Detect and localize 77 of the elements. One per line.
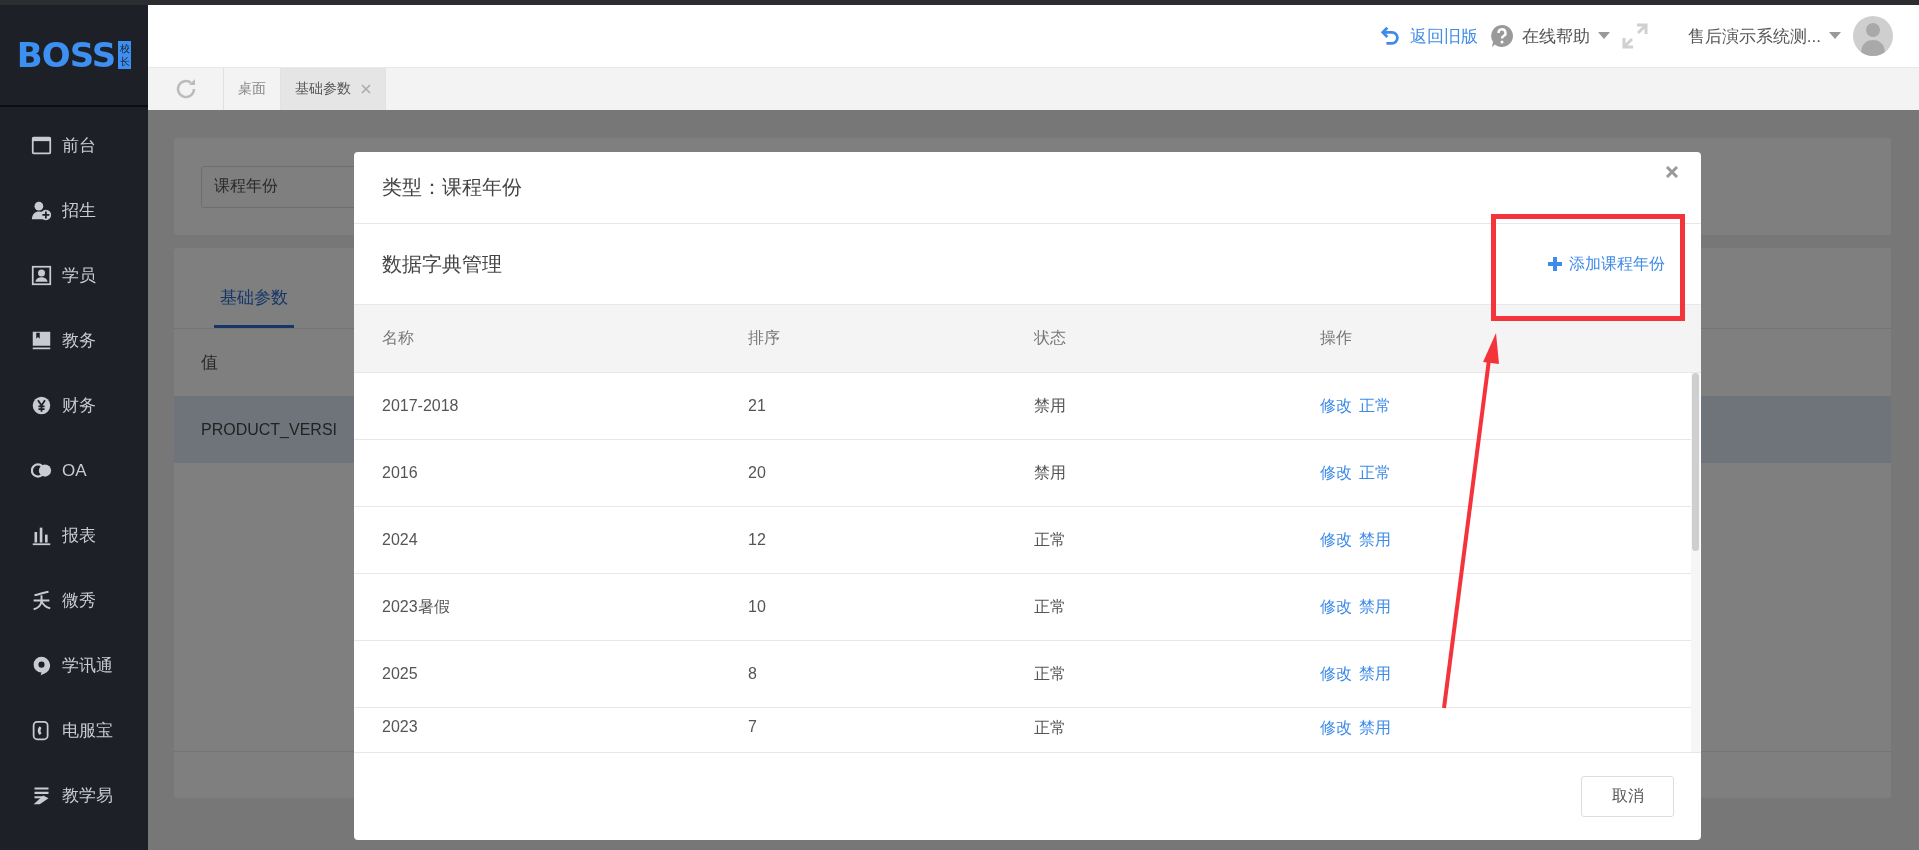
scrollbar-thumb[interactable] bbox=[1692, 373, 1699, 551]
action-link[interactable]: 修改 bbox=[1320, 395, 1352, 417]
scrollbar[interactable] bbox=[1691, 373, 1700, 752]
column-header: 操作 bbox=[1320, 328, 1353, 348]
column-header: 名称 bbox=[382, 328, 415, 348]
table-cell-text: 正常 bbox=[1034, 663, 1067, 684]
action-link[interactable]: 正常 bbox=[1359, 395, 1391, 417]
action-link[interactable]: 修改 bbox=[1320, 596, 1352, 618]
table-cell-text: 禁用 bbox=[1034, 462, 1067, 483]
pin-icon bbox=[31, 655, 52, 676]
logo-text: BOSS bbox=[16, 35, 116, 75]
table-cell-text: 10 bbox=[748, 598, 767, 616]
table-cell-text: 8 bbox=[748, 665, 758, 683]
table-cell-text: 7 bbox=[748, 718, 758, 736]
column-header: 状态 bbox=[1034, 328, 1067, 348]
action-link[interactable]: 禁用 bbox=[1359, 529, 1391, 551]
book-icon bbox=[31, 330, 52, 351]
sidebar-item[interactable]: 前台 bbox=[0, 113, 148, 178]
action-link[interactable]: 禁用 bbox=[1359, 718, 1391, 739]
add-link[interactable]: 添加课程年份 bbox=[1547, 253, 1665, 275]
logo-badge: 校长 bbox=[118, 41, 132, 69]
column-header: 排序 bbox=[748, 328, 781, 348]
caret-icon bbox=[1829, 32, 1841, 40]
yen-icon bbox=[31, 395, 52, 416]
action-link[interactable]: 修改 bbox=[1320, 462, 1352, 484]
sidebar-item[interactable]: 电服宝 bbox=[0, 698, 148, 763]
user-add-icon bbox=[31, 200, 52, 221]
sidebar-item[interactable]: 教务 bbox=[0, 308, 148, 373]
action-link[interactable]: 修改 bbox=[1320, 718, 1352, 739]
caret-icon bbox=[1597, 32, 1610, 40]
table-cell-text: 2017-2018 bbox=[382, 397, 460, 415]
table-cell-text: 2024 bbox=[382, 531, 419, 549]
id-card-icon bbox=[31, 265, 52, 286]
action-link[interactable]: 正常 bbox=[1359, 462, 1391, 484]
undo-icon bbox=[1379, 25, 1402, 47]
table-cell-text: 正常 bbox=[1034, 596, 1067, 617]
help-menu[interactable]: 在线帮助 bbox=[1521, 24, 1590, 48]
table-cell-text: 12 bbox=[748, 531, 767, 549]
sidebar-item[interactable]: 招生 bbox=[0, 178, 148, 243]
sidebar-item[interactable]: OA bbox=[0, 438, 148, 503]
action-link[interactable]: 修改 bbox=[1320, 529, 1352, 551]
table-cell-text: 2025 bbox=[382, 665, 419, 683]
table-cell-text: 2016 bbox=[382, 464, 419, 482]
user-menu[interactable]: 售后演示系统测... bbox=[1687, 24, 1821, 48]
action-link[interactable]: 修改 bbox=[1320, 663, 1352, 685]
sidebar-item[interactable]: 报表 bbox=[0, 503, 148, 568]
action-link[interactable]: 禁用 bbox=[1359, 663, 1391, 685]
table-cell-text: 21 bbox=[748, 397, 767, 415]
table-cell-text: 2023 bbox=[382, 718, 419, 736]
table-cell-text: 正常 bbox=[1034, 529, 1067, 550]
content-tab[interactable]: 基础参数 bbox=[214, 286, 294, 328]
avatar-icon bbox=[1853, 16, 1893, 56]
table-cell-text: 正常 bbox=[1034, 718, 1067, 738]
expand-icon bbox=[1621, 23, 1648, 49]
layers-icon bbox=[31, 785, 52, 806]
table-cell-text: 20 bbox=[748, 464, 767, 482]
section-title: 数据字典管理 bbox=[382, 251, 502, 277]
action-link[interactable]: 禁用 bbox=[1359, 596, 1391, 618]
sidebar-item[interactable]: 教学易 bbox=[0, 763, 148, 828]
table-cell-text: 2023暑假 bbox=[382, 596, 451, 617]
chat-bubbles-icon bbox=[31, 460, 52, 481]
phone-icon bbox=[31, 720, 52, 741]
sidebar-item[interactable]: 学员 bbox=[0, 243, 148, 308]
back-link[interactable]: 返回旧版 bbox=[1409, 24, 1478, 48]
sidebar-item[interactable]: 微秀 bbox=[0, 568, 148, 633]
help-icon bbox=[1489, 24, 1514, 48]
column-header: 值 bbox=[201, 352, 218, 374]
page-tab[interactable]: 基础参数 bbox=[281, 68, 386, 110]
cancel-button[interactable]: 取消 bbox=[1581, 776, 1674, 817]
dialog-title: 类型：课程年份 bbox=[382, 175, 522, 200]
sidebar-item[interactable]: 学讯通 bbox=[0, 633, 148, 698]
plus-icon bbox=[1547, 256, 1563, 272]
sidebar-item[interactable]: 财务 bbox=[0, 373, 148, 438]
close-icon[interactable] bbox=[1665, 165, 1679, 179]
bar-chart-icon bbox=[31, 525, 52, 546]
window-icon bbox=[31, 135, 52, 156]
table-cell-text: 禁用 bbox=[1034, 395, 1067, 416]
